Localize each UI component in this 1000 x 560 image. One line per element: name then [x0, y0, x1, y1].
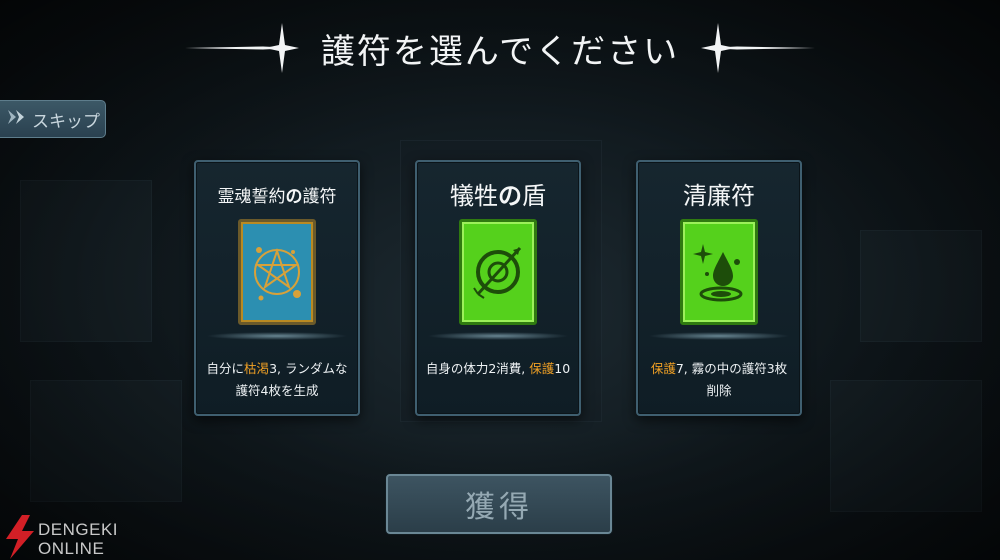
double-chevron-right-icon [6, 108, 28, 131]
card-name: 霊魂誓約の護符 [217, 187, 337, 207]
talisman-card-sacrifice-shield[interactable]: 犠牲の盾 自身の体力2消費, 保護10 [415, 160, 581, 416]
background-crate [30, 380, 182, 502]
watermark-line1: DENGEKI [38, 520, 119, 539]
water-drop-sparkle-icon [693, 244, 743, 302]
acquire-button[interactable]: 獲得 [386, 474, 612, 534]
background-crate [860, 230, 982, 342]
card-art [459, 219, 537, 325]
card-description: 保護7, 霧の中の護符3枚削除 [650, 361, 788, 398]
lightning-logo-icon [6, 515, 34, 559]
talisman-card-purity[interactable]: 清廉符 保護7, 霧の中の護符3枚削除 [636, 160, 802, 416]
card-glow [206, 332, 348, 340]
title-bar: 護符を選んでください [0, 18, 1000, 78]
card-glow [648, 332, 790, 340]
page-title: 護符を選んでください [320, 31, 680, 72]
card-art [238, 219, 316, 325]
shield-arrow-icon [473, 246, 522, 299]
skip-label: スキップ [32, 111, 100, 132]
card-glow [427, 332, 569, 340]
dengeki-online-watermark: DENGEKI ONLINE [0, 515, 130, 560]
talisman-card-soul-pact[interactable]: 霊魂誓約の護符 自分に枯渇3, ランダムな護符4枚を生成 [194, 160, 360, 416]
skip-button[interactable]: スキップ [0, 100, 106, 138]
sparkle-left-icon [184, 23, 299, 73]
card-name: 犠牲の盾 [450, 182, 546, 210]
background-shelf [20, 180, 152, 342]
pentagram-icon [254, 247, 301, 301]
background-crate [830, 380, 982, 512]
card-art [680, 219, 758, 325]
card-description: 自分に枯渇3, ランダムな護符4枚を生成 [206, 361, 348, 398]
card-name: 清廉符 [683, 182, 755, 210]
card-description: 自身の体力2消費, 保護10 [425, 361, 571, 376]
sparkle-right-icon [701, 23, 816, 73]
watermark-line2: ONLINE [38, 539, 105, 558]
